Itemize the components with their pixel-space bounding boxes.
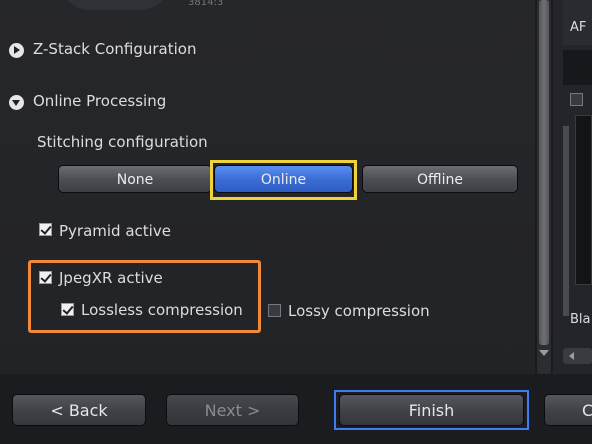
back-button[interactable]: < Back — [12, 394, 146, 426]
histogram-area — [575, 115, 592, 285]
right-panel-bottom-label: Bla — [570, 312, 591, 327]
thumbnail-caption: 3814:3 — [188, 0, 224, 8]
right-panel-title: AF — [570, 20, 587, 35]
stitching-config-label: Stitching configuration — [37, 133, 208, 151]
cancel-button[interactable]: C — [544, 394, 592, 426]
scroll-left-arrow-icon[interactable] — [569, 352, 574, 360]
online-processing-section-header[interactable]: Online Processing — [33, 92, 166, 110]
finish-highlight-box — [334, 390, 529, 430]
right-panel-slider[interactable] — [563, 126, 569, 316]
selection-highlight-box — [210, 160, 357, 200]
horizontal-scrollbar[interactable] — [563, 348, 592, 364]
right-panel-dark-area — [563, 50, 592, 85]
right-panel-checkbox[interactable] — [570, 93, 583, 106]
collapse-arrow-icon[interactable] — [9, 95, 24, 110]
lossy-compression-label: Lossy compression — [288, 302, 430, 320]
stitching-offline-button[interactable]: Offline — [362, 165, 518, 193]
scrollbar-thumb[interactable] — [539, 0, 549, 345]
stitching-none-button[interactable]: None — [58, 165, 212, 193]
expand-arrow-icon[interactable] — [9, 43, 24, 58]
zstack-section-header[interactable]: Z-Stack Configuration — [33, 40, 196, 58]
next-button[interactable]: Next > — [166, 394, 299, 426]
pyramid-active-label: Pyramid active — [59, 222, 171, 240]
scroll-down-arrow-icon[interactable] — [539, 350, 549, 356]
lossy-compression-checkbox[interactable] — [268, 304, 281, 317]
compression-highlight-box — [28, 260, 261, 333]
pyramid-active-checkbox[interactable] — [39, 223, 52, 236]
